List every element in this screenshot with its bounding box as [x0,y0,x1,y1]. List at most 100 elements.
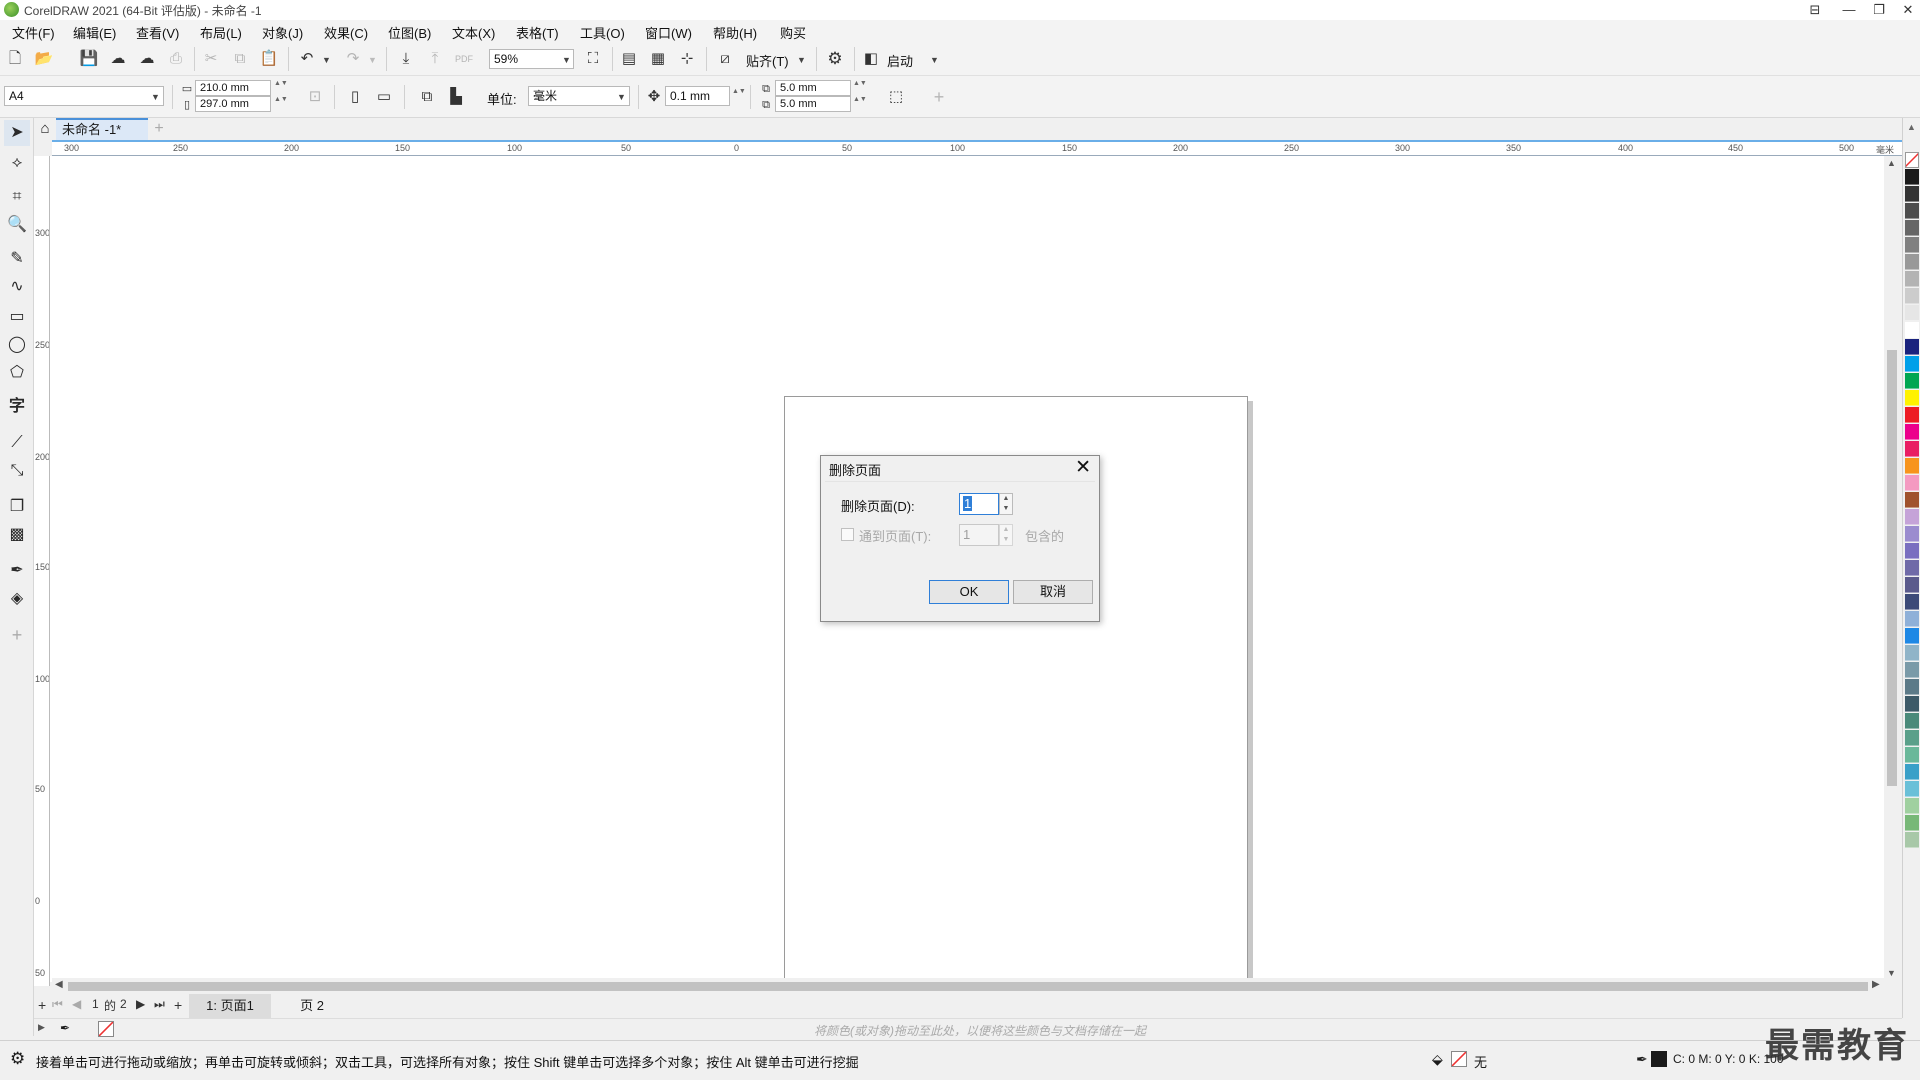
polygon-tool-icon[interactable]: ⬠ [4,360,30,386]
zoom-dropdown-icon[interactable]: ▼ [562,55,571,65]
palette-swatch[interactable] [1905,696,1919,712]
page-width-field[interactable]: 210.0 mm [195,80,271,96]
add-page-before-icon[interactable]: + [38,997,46,1013]
through-page-input[interactable]: 1 [959,524,999,546]
horizontal-ruler[interactable]: 300 250 200 150 100 50 0 50 100 150 200 … [52,140,1902,156]
ok-button[interactable]: OK [929,580,1009,604]
scroll-down-icon[interactable]: ▼ [1887,968,1896,978]
menu-tools[interactable]: 工具(O) [580,23,625,42]
publish-pdf-icon[interactable]: PDF [453,48,475,70]
close-button[interactable]: ✕ [1893,0,1920,20]
palette-swatch[interactable] [1905,594,1919,610]
redo-icon[interactable]: ↷ [342,48,364,70]
bleed-icon[interactable]: ▙ [445,86,467,108]
open-folder-icon[interactable]: 📂 [33,48,55,70]
add-tool-icon[interactable]: + [4,622,30,648]
palette-swatch[interactable] [1905,288,1919,304]
unit-select[interactable]: 毫米 [528,86,630,106]
palette-swatch[interactable] [1905,492,1919,508]
palette-swatch[interactable] [1905,475,1919,491]
interactive-fill-icon[interactable]: ◈ [4,586,30,612]
portrait-icon[interactable]: ▯ [344,86,366,108]
palette-swatch[interactable] [1905,815,1919,831]
scroll-right-icon[interactable]: ▶ [1872,979,1880,990]
palette-swatch[interactable] [1905,322,1919,338]
transparency-icon[interactable]: ▩ [4,522,30,548]
next-page-icon[interactable]: ▶ [136,997,145,1011]
no-color-swatch[interactable] [98,1021,114,1037]
palette-swatch[interactable] [1905,679,1919,695]
snap-icon[interactable]: ⧄ [714,48,736,70]
cut-icon[interactable]: ✂ [200,48,222,70]
vertical-scrollbar[interactable]: ▲ ▼ [1884,156,1900,982]
page-size-dropdown-icon[interactable]: ▼ [151,92,160,102]
cloud-download-icon[interactable]: ☁ [107,48,129,70]
maximize-button[interactable]: ❐ [1864,0,1894,20]
menu-edit[interactable]: 编辑(E) [73,23,116,42]
menu-view[interactable]: 查看(V) [136,23,179,42]
add-button-icon[interactable]: + [928,86,950,108]
page-height-field[interactable]: 297.0 mm [195,96,271,112]
palette-swatch[interactable] [1905,713,1919,729]
paste-icon[interactable]: 📋 [258,48,280,70]
undo-icon[interactable]: ↶ [296,48,318,70]
palette-swatch[interactable] [1905,152,1919,168]
last-page-icon[interactable]: ⏭ [154,997,165,1012]
menu-object[interactable]: 对象(J) [262,23,303,42]
palette-swatch[interactable] [1905,271,1919,287]
scroll-up-icon[interactable]: ▲ [1887,158,1896,168]
palette-swatch[interactable] [1905,424,1919,440]
palette-swatch[interactable] [1905,832,1919,848]
parallel-dimension-icon[interactable]: ⟋ [4,430,30,456]
apply-to-page-icon[interactable]: ⧉ [416,86,438,108]
menu-help[interactable]: 帮助(H) [713,23,757,42]
palette-swatch[interactable] [1905,390,1919,406]
palette-expand-icon[interactable]: ▶ [38,1022,45,1033]
palette-scroll-up-icon[interactable]: ▲ [1907,122,1916,132]
palette-swatch[interactable] [1905,628,1919,644]
palette-swatch[interactable] [1905,509,1919,525]
menu-text[interactable]: 文本(X) [452,23,495,42]
palette-swatch[interactable] [1905,662,1919,678]
nudge-distance-field[interactable]: 0.1 mm [665,86,730,106]
duplicate-y-field[interactable]: 5.0 mm [775,96,851,112]
through-page-checkbox[interactable] [841,528,854,541]
pick-tool-icon[interactable]: ➤ [4,120,30,146]
snap-dropdown-icon[interactable]: ▼ [797,55,806,65]
palette-swatch[interactable] [1905,203,1919,219]
palette-swatch[interactable] [1905,781,1919,797]
duplicate-x-field[interactable]: 5.0 mm [775,80,851,96]
vertical-ruler[interactable]: 300 250 200 150 100 50 0 50 [34,156,50,986]
menu-effects[interactable]: 效果(C) [324,23,368,42]
first-page-icon[interactable]: ⏮ [52,997,63,1012]
home-icon[interactable]: ⌂ [34,118,56,140]
eyedropper-small-icon[interactable]: ✒ [60,1021,70,1035]
vertical-scroll-thumb[interactable] [1887,350,1897,786]
drop-shadow-icon[interactable]: ❐ [4,494,30,520]
palette-swatch[interactable] [1905,560,1919,576]
horizontal-scroll-thumb[interactable] [68,982,1868,991]
options-gear-icon[interactable]: ⚙ [824,48,846,70]
show-rulers-icon[interactable]: ▤ [618,48,640,70]
menu-layout[interactable]: 布局(L) [200,23,242,42]
import-icon[interactable]: ⤓ [395,48,417,70]
palette-swatch[interactable] [1905,458,1919,474]
palette-swatch[interactable] [1905,798,1919,814]
connector-tool-icon[interactable]: ⤡ [4,458,30,484]
fill-bucket-icon[interactable]: ⬙ [1432,1051,1443,1068]
launch-icon[interactable]: ◧ [860,48,882,70]
status-gear-icon[interactable]: ⚙ [10,1049,25,1069]
scroll-left-icon[interactable]: ◀ [55,979,63,990]
palette-swatch[interactable] [1905,373,1919,389]
page-tab-1[interactable]: 1: 页面1 [189,994,271,1018]
palette-swatch[interactable] [1905,220,1919,236]
palette-swatch[interactable] [1905,254,1919,270]
undo-dropdown-icon[interactable]: ▼ [322,55,331,65]
palette-swatch[interactable] [1905,526,1919,542]
copy-icon[interactable]: ⧉ [229,48,251,70]
palette-swatch[interactable] [1905,407,1919,423]
unit-dropdown-icon[interactable]: ▼ [617,92,626,102]
palette-swatch[interactable] [1905,186,1919,202]
text-tool-icon[interactable]: 字 [4,394,30,420]
palette-swatch[interactable] [1905,305,1919,321]
